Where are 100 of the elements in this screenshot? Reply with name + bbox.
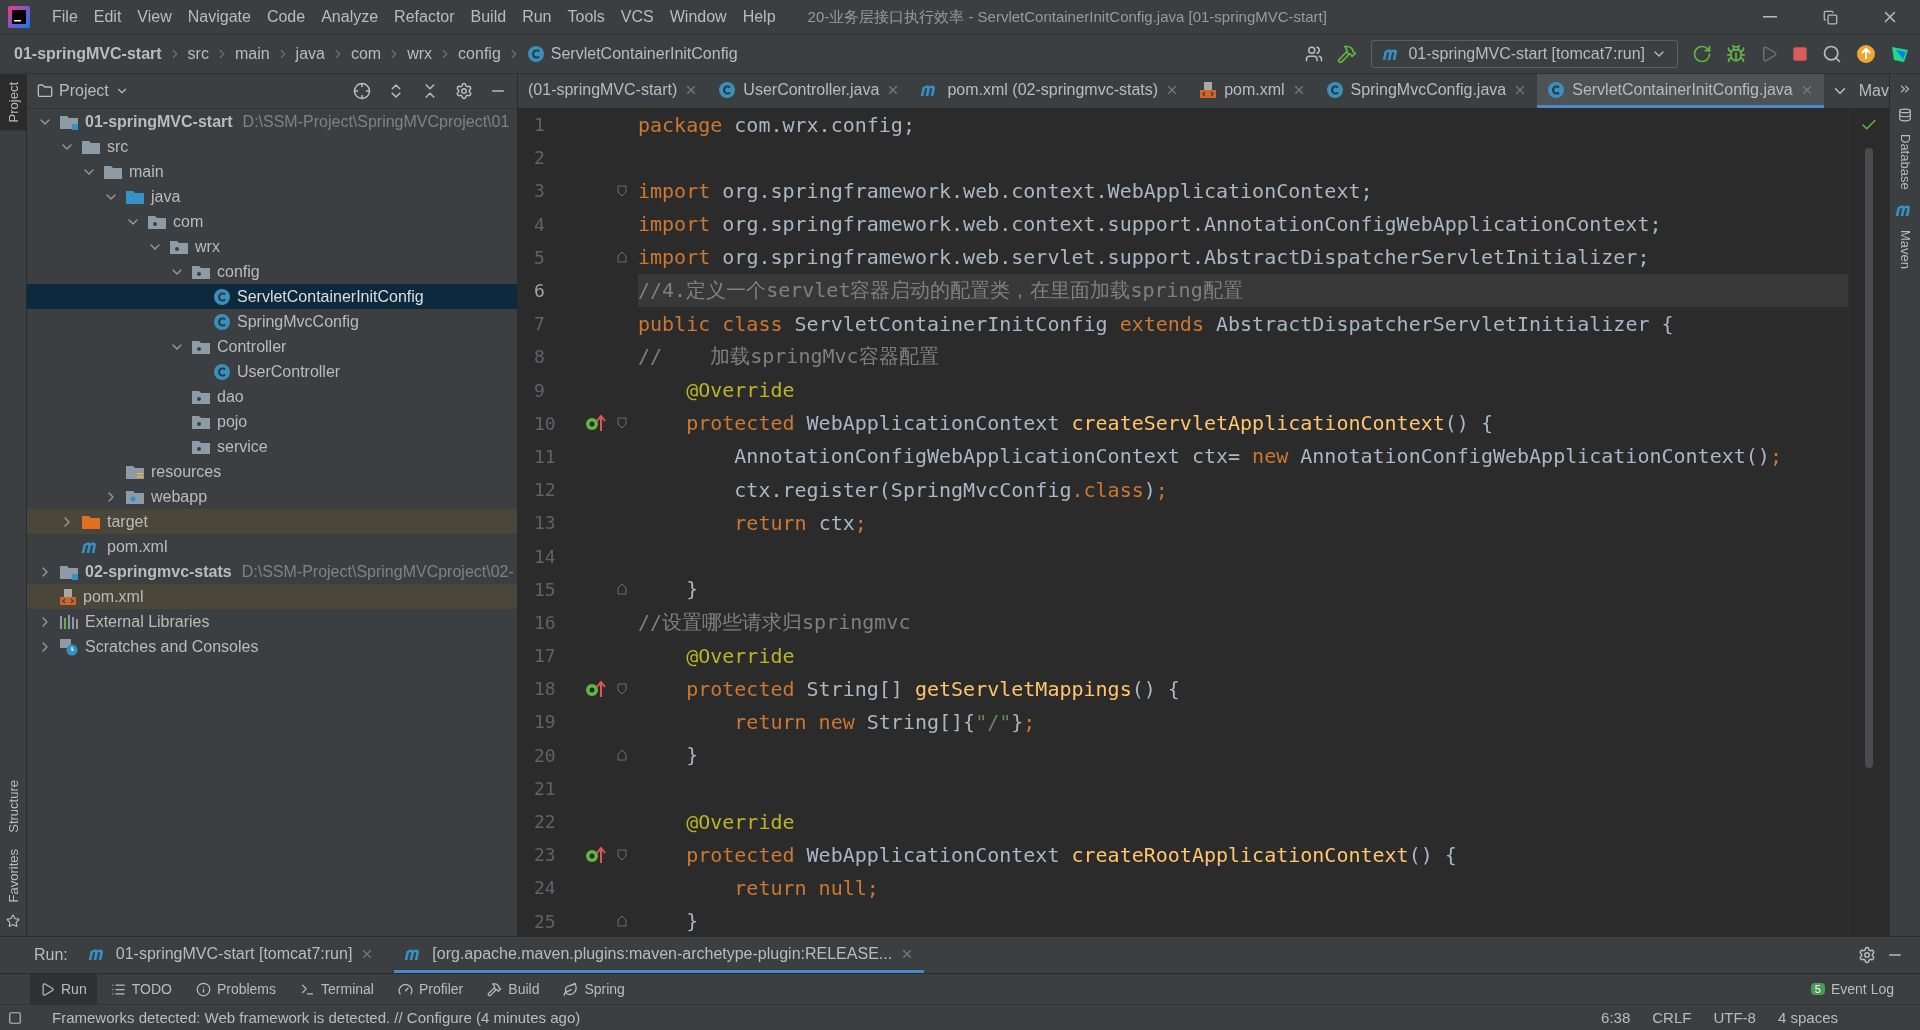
breadcrumb[interactable]: java [295,45,325,63]
tree-item[interactable]: ServletContainerInitConfig [27,284,517,309]
tree-item[interactable]: target [27,509,517,534]
line-number: 9 [533,379,546,401]
code-line: public class ServletContainerInitConfig extends AbstractDispatcherServletInitializer { [638,310,1675,338]
tree-item[interactable]: resources [27,459,517,484]
tree-item[interactable]: dao [27,384,517,409]
square-icon[interactable] [8,1010,22,1025]
fold-icon[interactable] [617,915,627,928]
tree-item[interactable]: java [27,184,517,209]
info-icon [195,981,211,997]
tool-window-tab[interactable]: Terminal [290,974,384,1004]
tree-item[interactable]: com [27,209,517,234]
tool-window-tab[interactable]: Build [477,974,550,1004]
locate-icon[interactable] [353,82,371,100]
tree-item[interactable]: pom.xml [27,534,517,559]
menu-item[interactable]: Window [661,0,735,34]
breadcrumb[interactable]: wrx [407,45,433,63]
tool-window-tab[interactable]: TODO [100,974,182,1004]
menu-item[interactable]: Run [514,0,560,34]
tree-item[interactable]: Scratches and Consoles [27,634,517,659]
tree-item[interactable]: service [27,434,517,459]
status-item[interactable]: UTF-8 [1713,1009,1756,1026]
menu-item[interactable]: File [44,0,86,34]
tool-window-tab[interactable]: Maven [1897,229,1913,269]
tree-item[interactable]: Controller [27,334,517,359]
tree-item[interactable]: src [27,134,517,159]
tree-item[interactable]: pom.xml [27,584,517,609]
fold-icon[interactable] [617,184,627,197]
app-logo [8,6,30,28]
tree-item[interactable]: wrx [27,234,517,259]
play-icon[interactable] [1760,45,1778,63]
update-icon[interactable] [1856,44,1876,64]
tree-item[interactable]: config [27,259,517,284]
tree-item[interactable]: pojo [27,409,517,434]
tree-item[interactable]: main [27,159,517,184]
tree-item[interactable]: SpringMvcConfig [27,309,517,334]
line-number: 11 [533,445,557,467]
scrollbar-thumb[interactable] [1865,148,1873,768]
fold-icon[interactable] [617,251,627,264]
tool-window-tab[interactable]: Problems [185,974,287,1004]
menu-item[interactable]: Code [258,0,314,34]
search-icon[interactable] [1822,44,1842,64]
tool-window-tab[interactable]: Structure [0,771,26,841]
line-number: 18 [533,678,557,700]
breadcrumb[interactable]: 01-springMVC-start [14,45,162,63]
run-tab[interactable]: 01-springMVC-start [tomcat7:run] [77,937,385,973]
status-item[interactable]: CRLF [1652,1009,1692,1026]
tool-window-tab[interactable]: Project [0,74,26,131]
breadcrumb[interactable]: config [458,45,501,63]
chevrons-right-icon[interactable] [1898,82,1912,96]
menu-item[interactable]: Navigate [179,0,259,34]
tool-window-tab[interactable]: Profiler [387,974,474,1004]
breadcrumb[interactable]: src [187,45,209,63]
implements-icon[interactable] [585,678,607,699]
tool-window-tab[interactable]: Favorites [0,840,26,910]
tree-item[interactable]: UserController [27,359,517,384]
line-number: 13 [533,512,557,534]
debug-icon[interactable] [1726,44,1746,64]
event-log-button[interactable]: 5 Event Log [1804,980,1900,998]
menu-item[interactable]: Tools [559,0,613,34]
menu-item[interactable]: View [129,0,180,34]
status-item[interactable]: 4 spaces [1777,1009,1838,1026]
tool-window-tab[interactable]: Run [30,974,97,1004]
tree-item[interactable]: webapp [27,484,517,509]
run-label: Run: [34,946,68,964]
implements-icon[interactable] [585,844,607,865]
fold-icon[interactable] [617,848,627,861]
tree-item[interactable]: 01-springMVC-start D:\SSM-Project\SpringMVCproject\01 [27,109,517,134]
tool-window-tab[interactable]: Spring [553,974,635,1004]
users-icon[interactable] [1305,45,1324,63]
fold-icon[interactable] [617,417,627,430]
fold-icon[interactable] [617,749,627,762]
status-item[interactable]: 6:38 [1601,1009,1631,1026]
tool-window-tab[interactable]: Database [1897,134,1913,190]
settings-icon[interactable] [455,82,473,100]
menu-item[interactable]: VCS [612,0,662,34]
tree-item[interactable]: External Libraries [27,609,517,634]
toolbox-icon[interactable] [1890,44,1910,64]
implements-icon[interactable] [585,413,607,434]
menu-item[interactable]: Build [462,0,515,34]
hammer-icon[interactable] [1337,44,1358,64]
breadcrumb[interactable]: ServletContainerInitConfig [526,45,738,63]
menu-item[interactable]: Help [734,0,784,34]
stop-icon[interactable] [1792,46,1808,62]
star-icon[interactable] [6,914,20,928]
project-view-dropdown[interactable]: Project [37,82,129,100]
run-configuration-dropdown[interactable]: 01-springMVC-start [tomcat7:run] [1371,40,1678,68]
breadcrumb[interactable]: main [234,45,270,63]
tree-item[interactable]: 02-springmvc-stats D:\SSM-Project\SpringMVCproject\02- [27,559,517,584]
editor-tab[interactable]: ServletContainerInitConfig.java [1537,74,1824,108]
fold-icon[interactable] [617,682,627,695]
menu-item[interactable]: Edit [85,0,130,34]
settings-icon[interactable] [1858,946,1876,964]
menu-item[interactable]: Refactor [386,0,463,34]
fold-icon[interactable] [617,583,627,596]
code-line: return null; [733,874,880,902]
menu-item[interactable]: Analyze [313,0,387,34]
breadcrumb[interactable]: com [350,45,382,63]
rerun-icon[interactable] [1692,44,1712,64]
